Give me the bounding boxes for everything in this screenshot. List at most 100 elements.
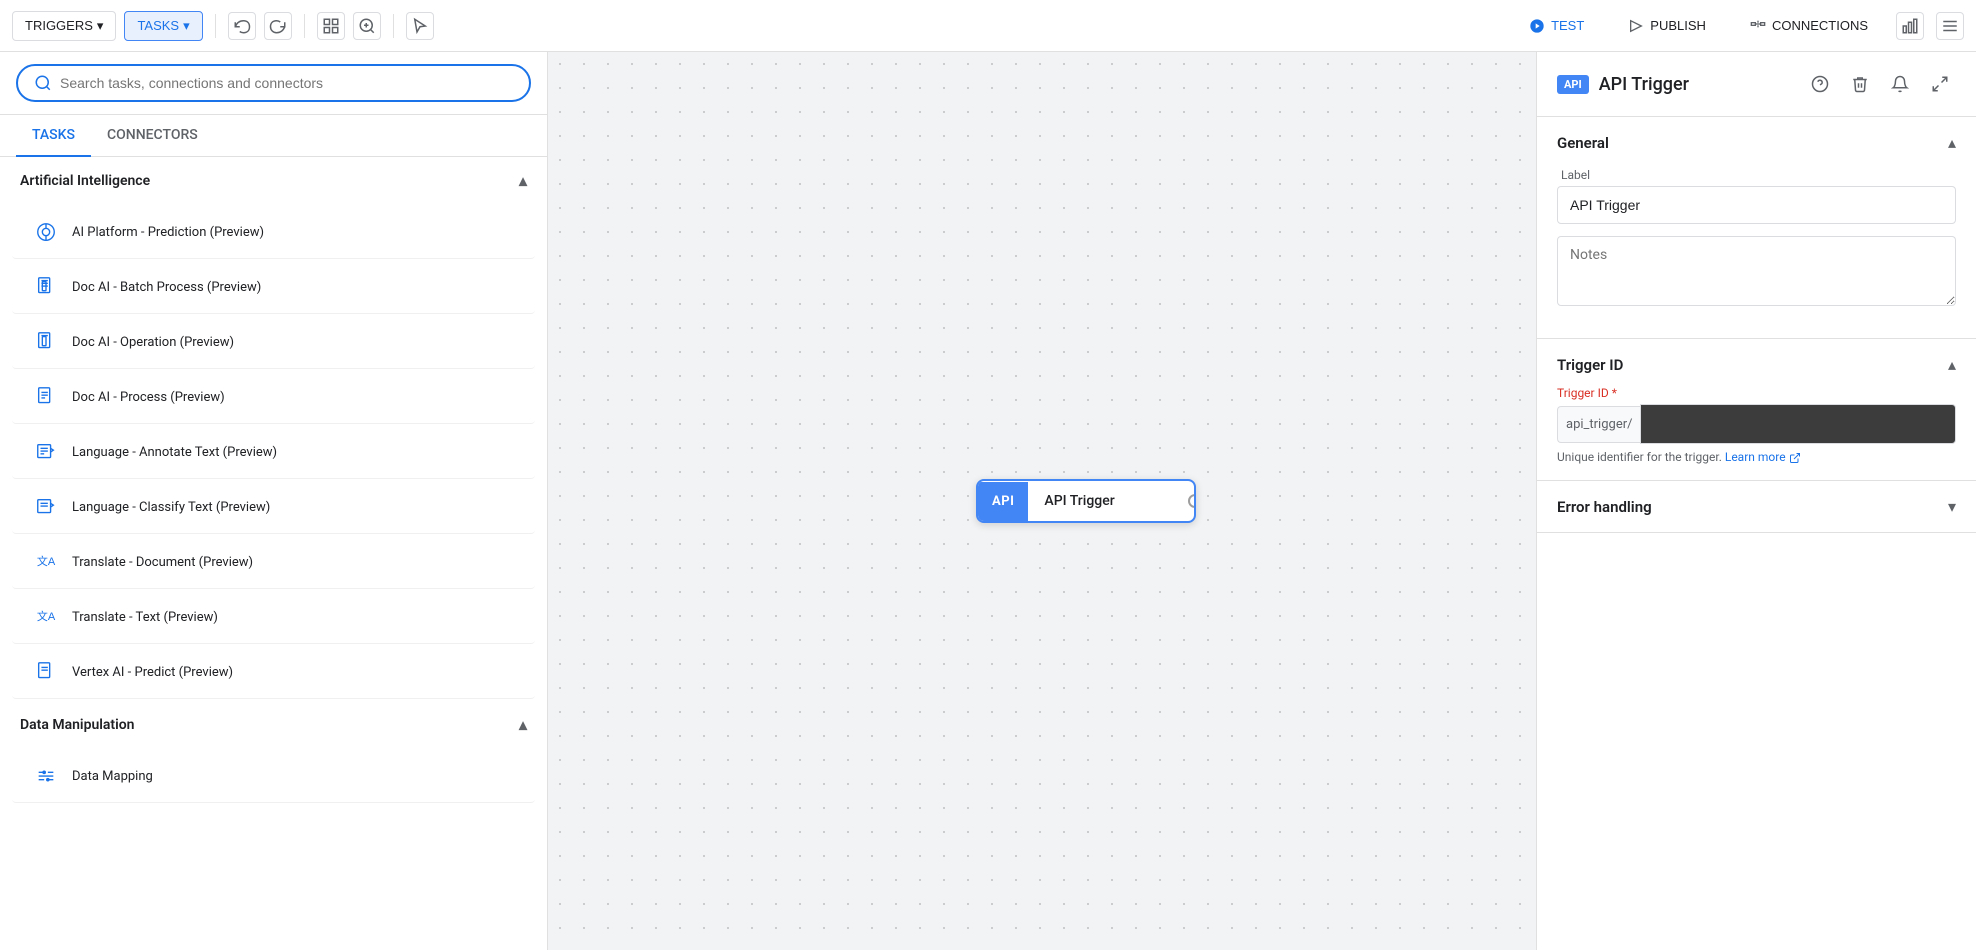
section-error-handling-title: Error handling: [1557, 498, 1652, 516]
task-label-vertex: Vertex AI - Predict (Preview): [72, 665, 233, 680]
task-label-lang-classify: Language - Classify Text (Preview): [72, 500, 270, 515]
trigger-id-hint: Unique identifier for the trigger. Learn…: [1557, 450, 1956, 464]
toolbar-left: TRIGGERS ▾ TASKS ▾: [12, 11, 434, 41]
search-input[interactable]: [60, 75, 513, 91]
task-item-ai-platform[interactable]: AI Platform - Prediction (Preview): [12, 206, 535, 259]
svg-text:文A: 文A: [37, 554, 56, 568]
delete-button[interactable]: [1844, 68, 1876, 100]
undo-button[interactable]: [228, 12, 256, 40]
toolbar-right: TEST PUBLISH CONNECTIONS: [1513, 12, 1964, 40]
zoom-button[interactable]: [353, 12, 381, 40]
label-field-input[interactable]: [1557, 186, 1956, 224]
task-icon-data-mapping: [32, 762, 60, 790]
task-item-lang-classify[interactable]: Language - Classify Text (Preview): [12, 481, 535, 534]
notification-button[interactable]: [1884, 68, 1916, 100]
task-icon-lang-classify: [32, 493, 60, 521]
task-item-doc-batch[interactable]: Doc AI - Batch Process (Preview): [12, 261, 535, 314]
api-trigger-connector: [1188, 494, 1196, 508]
main-layout: TASKS CONNECTORS Artificial Intelligence…: [0, 52, 1976, 950]
tab-tasks[interactable]: TASKS: [16, 115, 91, 157]
tasks-button[interactable]: TASKS ▾: [124, 11, 202, 41]
section-trigger-id-title: Trigger ID: [1557, 356, 1623, 374]
trigger-prefix: api_trigger/: [1557, 406, 1640, 443]
section-general: General Label: [1537, 117, 1976, 339]
task-item-doc-process[interactable]: Doc AI - Process (Preview): [12, 371, 535, 424]
notes-field-input[interactable]: [1557, 236, 1956, 306]
task-icon-doc-batch: [32, 273, 60, 301]
trigger-id-label: Trigger ID *: [1557, 386, 1956, 400]
search-wrapper: [16, 64, 531, 102]
task-item-lang-annotate[interactable]: Language - Annotate Text (Preview): [12, 426, 535, 479]
task-label-translate-doc: Translate - Document (Preview): [72, 555, 253, 570]
test-label: TEST: [1551, 18, 1584, 33]
connections-button[interactable]: CONNECTIONS: [1734, 12, 1884, 40]
api-trigger-node-label: API Trigger: [1028, 481, 1194, 521]
task-label-data-mapping: Data Mapping: [72, 769, 153, 784]
category-ai[interactable]: Artificial Intelligence: [0, 157, 547, 204]
task-icon-doc-process: [32, 383, 60, 411]
search-icon: [34, 74, 52, 92]
task-item-translate-text[interactable]: 文A Translate - Text (Preview): [12, 591, 535, 644]
task-item-translate-doc[interactable]: 文A Translate - Document (Preview): [12, 536, 535, 589]
task-icon-doc-operation: [32, 328, 60, 356]
redo-button[interactable]: [264, 12, 292, 40]
analytics-button[interactable]: [1896, 12, 1924, 40]
triggers-button[interactable]: TRIGGERS ▾: [12, 11, 116, 41]
task-icon-vertex: [32, 658, 60, 686]
task-label-doc-operation: Doc AI - Operation (Preview): [72, 335, 234, 350]
section-trigger-id: Trigger ID Trigger ID * api_trigger/ Uni…: [1537, 339, 1976, 481]
trigger-id-value: [1640, 404, 1956, 444]
svg-text:文A: 文A: [37, 609, 56, 623]
category-ai-label: Artificial Intelligence: [20, 173, 150, 189]
publish-label: PUBLISH: [1650, 18, 1706, 33]
panel-header-actions: [1804, 68, 1956, 100]
task-item-data-mapping[interactable]: Data Mapping: [12, 750, 535, 803]
triggers-chevron: ▾: [97, 18, 104, 34]
section-general-chevron: [1948, 133, 1956, 152]
arrange-button[interactable]: [317, 12, 345, 40]
help-button[interactable]: [1804, 68, 1836, 100]
category-data-chevron: [519, 715, 527, 734]
task-icon-translate-text: 文A: [32, 603, 60, 631]
separator-2: [304, 14, 305, 38]
task-label-ai-platform: AI Platform - Prediction (Preview): [72, 225, 264, 240]
right-panel-header: API API Trigger: [1537, 52, 1976, 117]
task-icon-ai-platform: [32, 218, 60, 246]
category-data-label: Data Manipulation: [20, 717, 135, 733]
left-panel: TASKS CONNECTORS Artificial Intelligence…: [0, 52, 548, 950]
trigger-id-input-row: api_trigger/: [1557, 404, 1956, 444]
menu-button[interactable]: [1936, 12, 1964, 40]
section-general-title: General: [1557, 134, 1609, 152]
publish-button[interactable]: PUBLISH: [1612, 12, 1722, 40]
api-trigger-badge: API: [978, 482, 1028, 521]
category-ai-chevron: [519, 171, 527, 190]
right-panel-title: API Trigger: [1599, 74, 1794, 95]
right-panel-badge: API: [1557, 75, 1589, 94]
section-general-content: Label: [1537, 168, 1976, 338]
task-label-lang-annotate: Language - Annotate Text (Preview): [72, 445, 277, 460]
test-button[interactable]: TEST: [1513, 12, 1600, 40]
tasks-chevron: ▾: [183, 18, 190, 34]
api-trigger-node[interactable]: API API Trigger: [976, 479, 1196, 523]
category-data-manipulation[interactable]: Data Manipulation: [0, 701, 547, 748]
trigger-id-required: *: [1612, 386, 1617, 400]
task-icon-lang-annotate: [32, 438, 60, 466]
top-toolbar: TRIGGERS ▾ TASKS ▾: [0, 0, 1976, 52]
tabs-row: TASKS CONNECTORS: [0, 115, 547, 157]
expand-button[interactable]: [1924, 68, 1956, 100]
pointer-button[interactable]: [406, 12, 434, 40]
task-label-doc-batch: Doc AI - Batch Process (Preview): [72, 280, 261, 295]
separator-3: [393, 14, 394, 38]
section-trigger-id-header[interactable]: Trigger ID: [1557, 355, 1956, 374]
section-general-header[interactable]: General: [1537, 117, 1976, 168]
task-list: Artificial Intelligence AI Platform - Pr…: [0, 157, 547, 950]
tab-connectors[interactable]: CONNECTORS: [91, 115, 214, 157]
section-error-handling: Error handling: [1537, 481, 1976, 533]
label-field-group: Label: [1557, 168, 1956, 224]
learn-more-link[interactable]: Learn more: [1725, 450, 1801, 464]
task-item-doc-operation[interactable]: Doc AI - Operation (Preview): [12, 316, 535, 369]
section-error-handling-header[interactable]: Error handling: [1537, 481, 1976, 532]
label-field-label: Label: [1557, 168, 1956, 182]
task-item-vertex[interactable]: Vertex AI - Predict (Preview): [12, 646, 535, 699]
canvas-area[interactable]: API API Trigger: [548, 52, 1536, 950]
